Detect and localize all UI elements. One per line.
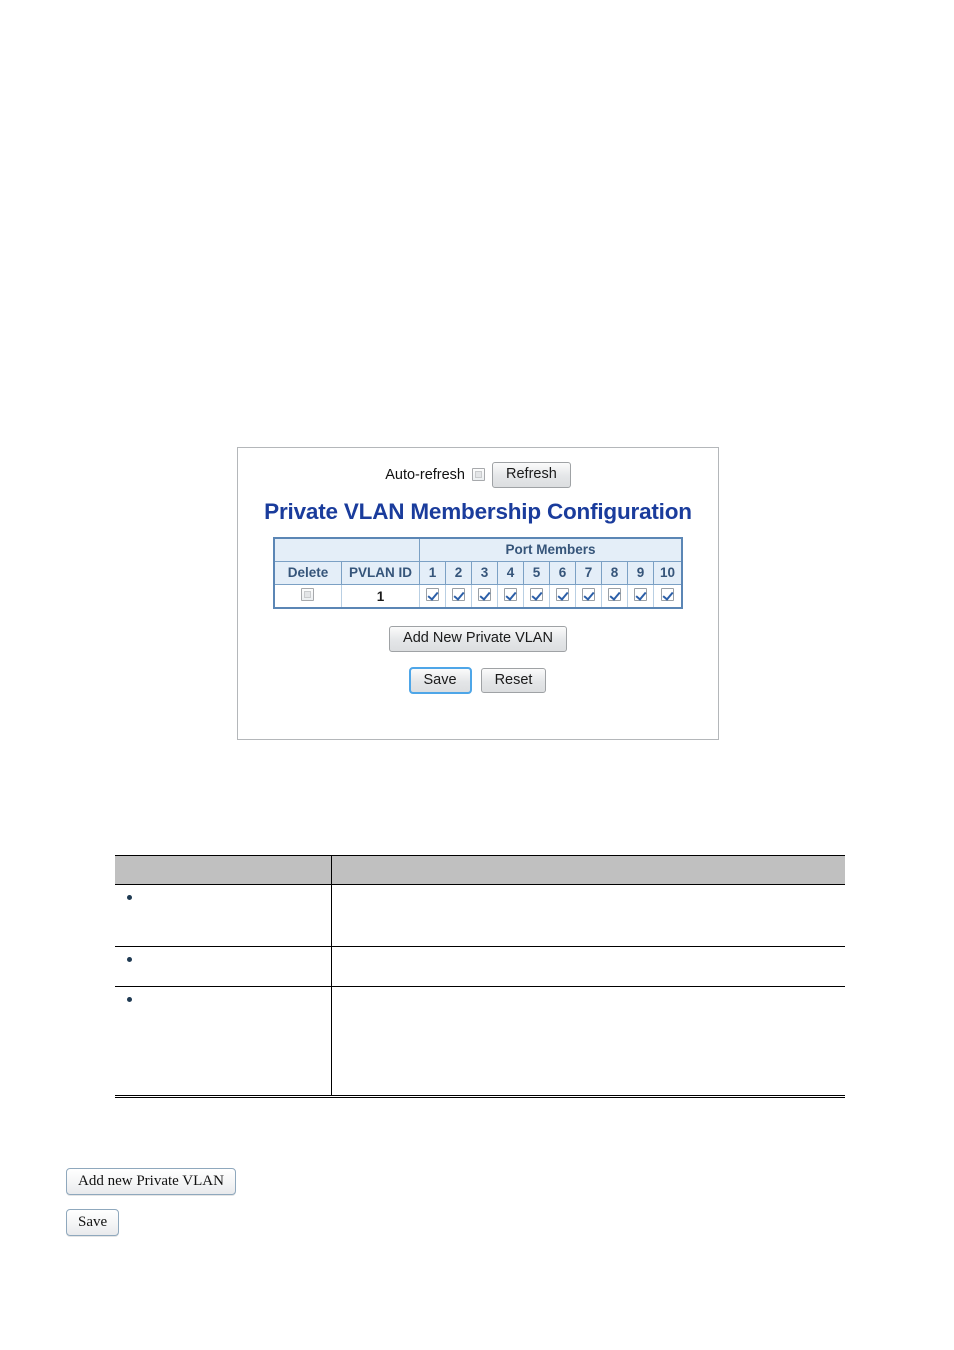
port-member-cell-5 [522, 584, 550, 609]
desc-object-cell [115, 986, 332, 1098]
add-new-private-vlan-button[interactable]: Add New Private VLAN [389, 626, 567, 652]
auto-refresh-checkbox[interactable] [472, 468, 485, 482]
auto-refresh-row: Auto-refresh Refresh [238, 448, 718, 488]
blank-header-cell [273, 537, 420, 562]
desc-description-cell [331, 884, 845, 947]
bottom-save-button[interactable]: Save [66, 1209, 120, 1236]
port-header-1: 1 [418, 560, 446, 586]
desc-description-cell [331, 946, 845, 987]
object-description-table [115, 855, 845, 1098]
vlan-table-container: Port Members Delete PVLAN ID 1 2 3 4 5 6… [238, 536, 718, 610]
port-member-cell-4 [496, 584, 524, 609]
desc-header-description [331, 855, 845, 885]
port-member-checkbox-4[interactable] [503, 588, 517, 602]
table-row [115, 986, 845, 1098]
port-header-4: 4 [496, 560, 524, 586]
port-header-10: 10 [652, 560, 683, 586]
port-member-checkbox-2[interactable] [451, 588, 465, 602]
table-row [115, 884, 845, 947]
add-button-row: Add New Private VLAN [238, 626, 718, 652]
port-members-header: Port Members [418, 537, 683, 562]
port-header-2: 2 [444, 560, 472, 586]
port-header-8: 8 [600, 560, 628, 586]
pvlan-id-value: 1 [340, 584, 420, 609]
save-reset-row: Save Reset [238, 666, 718, 695]
port-member-cell-1 [418, 584, 446, 609]
port-member-cell-7 [574, 584, 602, 609]
port-header-7: 7 [574, 560, 602, 586]
port-member-cell-2 [444, 584, 472, 609]
reset-button[interactable]: Reset [480, 667, 547, 694]
port-header-6: 6 [548, 560, 576, 586]
port-member-checkbox-3[interactable] [477, 588, 491, 602]
table-row [115, 946, 845, 987]
auto-refresh-label: Auto-refresh [385, 466, 465, 483]
port-header-9: 9 [626, 560, 654, 586]
refresh-button[interactable]: Refresh [492, 462, 571, 488]
desc-object-cell [115, 884, 332, 947]
bottom-buttons-group: Add new Private VLAN Save [66, 1168, 236, 1236]
port-member-checkbox-1[interactable] [425, 588, 439, 602]
delete-column-header: Delete [273, 560, 342, 586]
table-group-header-row: Port Members [273, 537, 683, 562]
screenshot-panel: Auto-refresh Refresh Private VLAN Member… [237, 447, 719, 740]
port-member-cell-8 [600, 584, 628, 609]
port-member-checkbox-8[interactable] [607, 588, 621, 602]
bottom-add-button-wrap: Add new Private VLAN [66, 1168, 236, 1195]
port-header-3: 3 [470, 560, 498, 586]
port-member-checkbox-7[interactable] [581, 588, 595, 602]
port-member-cell-9 [626, 584, 654, 609]
port-member-cell-10 [652, 584, 683, 609]
pvlan-id-column-header: PVLAN ID [340, 560, 420, 586]
bottom-add-new-private-vlan-button[interactable]: Add new Private VLAN [66, 1168, 236, 1195]
port-member-cell-3 [470, 584, 498, 609]
private-vlan-table: Port Members Delete PVLAN ID 1 2 3 4 5 6… [272, 536, 684, 610]
bottom-save-button-wrap: Save [66, 1209, 236, 1236]
desc-header-object [115, 855, 332, 885]
port-member-checkbox-9[interactable] [633, 588, 647, 602]
port-member-checkbox-10[interactable] [661, 588, 674, 602]
port-header-5: 5 [522, 560, 550, 586]
save-button[interactable]: Save [408, 666, 472, 695]
desc-table-header-row [115, 855, 845, 885]
port-member-checkbox-6[interactable] [555, 588, 569, 602]
delete-checkbox[interactable] [301, 588, 315, 602]
desc-description-cell [331, 986, 845, 1098]
table-header-row: Delete PVLAN ID 1 2 3 4 5 6 7 8 9 10 [273, 560, 683, 586]
delete-cell [273, 584, 342, 609]
port-member-cell-6 [548, 584, 576, 609]
desc-object-cell [115, 946, 332, 987]
port-member-checkbox-5[interactable] [529, 588, 543, 602]
table-row: 1 [273, 584, 683, 609]
page-title: Private VLAN Membership Configuration [264, 498, 692, 524]
